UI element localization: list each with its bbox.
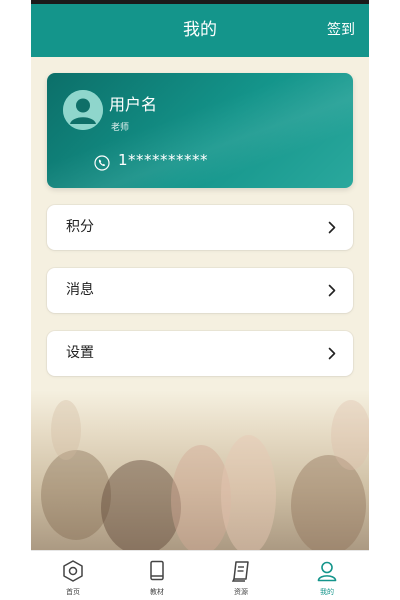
home-hexagon-icon [63, 560, 83, 582]
menu-item-messages[interactable]: 消息 [47, 268, 353, 313]
tab-label: 教材 [150, 588, 164, 596]
app-screen: 我的 签到 用户名 老师 1********** 积分 消息 设置 首页 教材 … [31, 0, 369, 600]
menu-item-points[interactable]: 积分 [47, 205, 353, 250]
user-role: 老师 [111, 123, 130, 133]
chevron-right-icon [328, 221, 336, 234]
resource-book-icon [231, 561, 249, 582]
bottom-tab-bar: 首页 教材 资源 我的 [31, 550, 369, 600]
top-header: 我的 签到 [31, 4, 369, 57]
signin-button[interactable]: 签到 [327, 4, 355, 57]
tab-label: 首页 [66, 588, 80, 596]
user-icon [317, 561, 337, 582]
tab-textbooks[interactable]: 教材 [115, 551, 199, 600]
tab-me[interactable]: 我的 [285, 551, 369, 600]
menu-item-label: 设置 [66, 345, 94, 361]
menu-item-label: 消息 [66, 282, 94, 298]
menu-item-settings[interactable]: 设置 [47, 331, 353, 376]
chevron-right-icon [328, 347, 336, 360]
tab-resources[interactable]: 资源 [199, 551, 283, 600]
phone-number: 1********** [118, 151, 209, 169]
user-avatar-icon[interactable] [63, 90, 103, 130]
chevron-right-icon [328, 284, 336, 297]
page-title: 我的 [183, 20, 217, 40]
classroom-background-image [31, 390, 369, 554]
tab-label: 我的 [320, 588, 334, 596]
tab-home[interactable]: 首页 [31, 551, 115, 600]
phone-icon [94, 155, 110, 171]
book-icon [150, 560, 164, 581]
profile-card[interactable]: 用户名 老师 1********** [47, 73, 353, 188]
username: 用户名 [109, 95, 158, 114]
tab-label: 资源 [234, 588, 248, 596]
menu-item-label: 积分 [66, 219, 94, 235]
